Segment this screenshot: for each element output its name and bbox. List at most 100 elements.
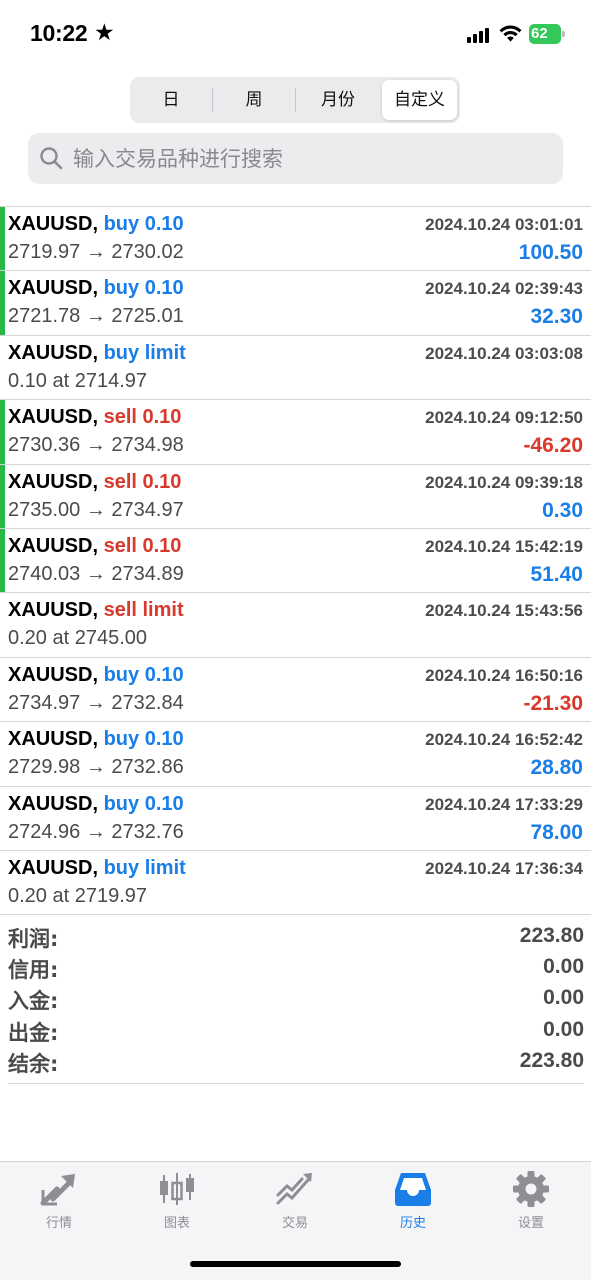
- summary-label: 出金:: [8, 1020, 59, 1045]
- order-symbol: XAUUSD,: [8, 277, 99, 300]
- order-side: buy 0.10: [103, 277, 184, 300]
- order-title: XAUUSD, sell 0.10: [8, 406, 181, 429]
- search-bar[interactable]: [28, 133, 563, 184]
- order-profit: -21.30: [523, 691, 583, 715]
- order-side: buy limit: [103, 341, 186, 364]
- tab-history[interactable]: 历史: [354, 1170, 472, 1240]
- star-icon: ★: [94, 19, 115, 45]
- summary-value: 223.80: [519, 924, 584, 947]
- order-time: 2024.10.24 15:42:19: [425, 536, 583, 556]
- quotes-icon: [40, 1174, 75, 1206]
- filled-indicator: [0, 271, 5, 335]
- period-segmented-control: 日 周 月份 自定义: [130, 77, 460, 123]
- order-time: 2024.10.24 16:50:16: [425, 665, 583, 685]
- summary-value: 0.00: [543, 955, 584, 979]
- order-title: XAUUSD, sell 0.10: [8, 471, 181, 494]
- order-title: XAUUSD, buy 0.10: [8, 664, 184, 687]
- tab-label: 行情: [45, 1216, 72, 1231]
- order-time: 2024.10.24 09:39:18: [425, 472, 583, 492]
- filled-indicator: [0, 207, 5, 271]
- order-side: sell 0.10: [103, 406, 182, 429]
- order-row[interactable]: XAUUSD, buy 0.10 2024.10.24 17:33:29 2724.…: [0, 787, 591, 851]
- order-title: XAUUSD, sell limit: [8, 599, 184, 622]
- order-price: 0.10 at 2714.97: [8, 369, 148, 392]
- order-row[interactable]: XAUUSD, sell 0.10 2024.10.24 15:42:19 2740…: [0, 528, 591, 594]
- order-profit: 100.50: [518, 241, 583, 264]
- tab-settings[interactable]: 设置: [472, 1170, 590, 1240]
- order-time: 2024.10.24 03:01:01: [425, 215, 583, 234]
- summary-label: 信用:: [8, 958, 59, 983]
- tab-label: 交易: [281, 1216, 308, 1231]
- order-price: 0.20 at 2745.00: [8, 627, 148, 650]
- order-row[interactable]: XAUUSD, sell 0.10 2024.10.24 09:12:50 2730…: [0, 400, 591, 465]
- order-row[interactable]: XAUUSD, sell limit 2024.10.24 15:43:56 0.2…: [0, 593, 591, 658]
- summary-value: 223.80: [519, 1048, 584, 1072]
- summary-label: 入金:: [8, 989, 59, 1014]
- order-row[interactable]: XAUUSD, buy 0.10 2024.10.24 02:39:43 2721.…: [0, 271, 591, 336]
- order-time: 2024.10.24 02:39:43: [425, 279, 583, 299]
- order-profit: 28.80: [530, 756, 583, 780]
- order-profit: 51.40: [530, 562, 583, 586]
- order-side: buy 0.10: [103, 728, 184, 751]
- tab-quotes[interactable]: 行情: [0, 1170, 118, 1240]
- order-time: 2024.10.24 16:52:42: [425, 730, 583, 750]
- search-input[interactable]: [73, 133, 543, 184]
- settings-icon: [513, 1171, 549, 1207]
- order-symbol: XAUUSD,: [8, 213, 99, 235]
- summary-row: 利润: 223.80: [8, 921, 584, 952]
- tab-label: 图表: [163, 1216, 190, 1231]
- status-bar: 10:22 ★ 62: [0, 0, 591, 70]
- order-symbol: XAUUSD,: [8, 341, 99, 364]
- order-symbol: XAUUSD,: [8, 470, 99, 493]
- order-side: sell 0.10: [103, 534, 182, 557]
- order-price: 2735.00 → 2734.97: [8, 498, 184, 521]
- order-side: buy 0.10: [103, 792, 184, 815]
- period-tab-day[interactable]: 日: [130, 80, 212, 120]
- period-tab-week[interactable]: 周: [213, 80, 295, 120]
- order-price: 2721.78 → 2725.01: [8, 305, 184, 328]
- tab-label: 历史: [399, 1216, 426, 1231]
- summary-label: 利润:: [8, 927, 59, 951]
- summary-row: 信用: 0.00: [8, 952, 584, 983]
- order-row[interactable]: XAUUSD, sell 0.10 2024.10.24 09:39:18 2735…: [0, 464, 591, 529]
- order-price: 2730.36 → 2734.98: [8, 434, 184, 457]
- order-price: 2740.03 → 2734.89: [8, 562, 184, 585]
- order-symbol: XAUUSD,: [8, 534, 99, 557]
- order-symbol: XAUUSD,: [8, 406, 99, 429]
- order-title: XAUUSD, buy 0.10: [8, 728, 184, 751]
- order-side: buy limit: [103, 856, 186, 879]
- home-indicator: [190, 1261, 401, 1267]
- order-side: buy 0.10: [103, 213, 184, 235]
- order-symbol: XAUUSD,: [8, 599, 99, 622]
- tab-chart[interactable]: 图表: [118, 1170, 236, 1240]
- status-time: 10:22: [30, 20, 88, 46]
- tab-trade[interactable]: 交易: [236, 1170, 354, 1240]
- order-price: 0.20 at 2719.97: [8, 884, 148, 907]
- tab-label: 设置: [517, 1216, 544, 1231]
- account-summary: 利润: 223.80 信用: 0.00 入金: 0.00 出金: 0.00 结余: 223.80: [8, 921, 584, 1084]
- order-row[interactable]: XAUUSD, buy 0.10 2024.10.24 16:52:42 2729.…: [0, 722, 591, 787]
- order-price: 2719.97 → 2730.02: [8, 241, 184, 263]
- order-title: XAUUSD, buy limit: [8, 342, 186, 365]
- period-tab-custom[interactable]: 自定义: [382, 80, 457, 120]
- period-tab-month[interactable]: 月份: [296, 80, 380, 120]
- summary-row: 结余: 223.80: [8, 1046, 584, 1077]
- battery-level: 62: [531, 25, 548, 42]
- order-time: 2024.10.24 03:03:08: [425, 343, 583, 363]
- order-title: XAUUSD, buy 0.10: [8, 793, 184, 816]
- order-row[interactable]: XAUUSD, buy limit 2024.10.24 03:03:08 0.10…: [0, 336, 591, 401]
- order-title: XAUUSD, buy 0.10: [8, 277, 184, 300]
- summary-value: 0.00: [543, 986, 584, 1010]
- order-time: 2024.10.24 17:33:29: [425, 794, 583, 814]
- order-title: XAUUSD, buy 0.10: [8, 213, 184, 236]
- wifi-icon: [499, 25, 522, 42]
- order-title: XAUUSD, buy limit: [8, 857, 186, 880]
- order-row[interactable]: XAUUSD, buy limit 2024.10.24 17:36:34 0.20…: [0, 851, 591, 916]
- order-symbol: XAUUSD,: [8, 792, 99, 815]
- order-row[interactable]: XAUUSD, buy 0.10 2024.10.24 16:50:16 2734.…: [0, 658, 591, 723]
- chart-icon: [160, 1173, 194, 1205]
- battery-icon: 62: [529, 24, 565, 44]
- order-row[interactable]: XAUUSD, buy 0.10 2024.10.24 03:01:01 2719.…: [0, 207, 591, 272]
- order-symbol: XAUUSD,: [8, 663, 99, 686]
- order-price: 2729.98 → 2732.86: [8, 756, 184, 779]
